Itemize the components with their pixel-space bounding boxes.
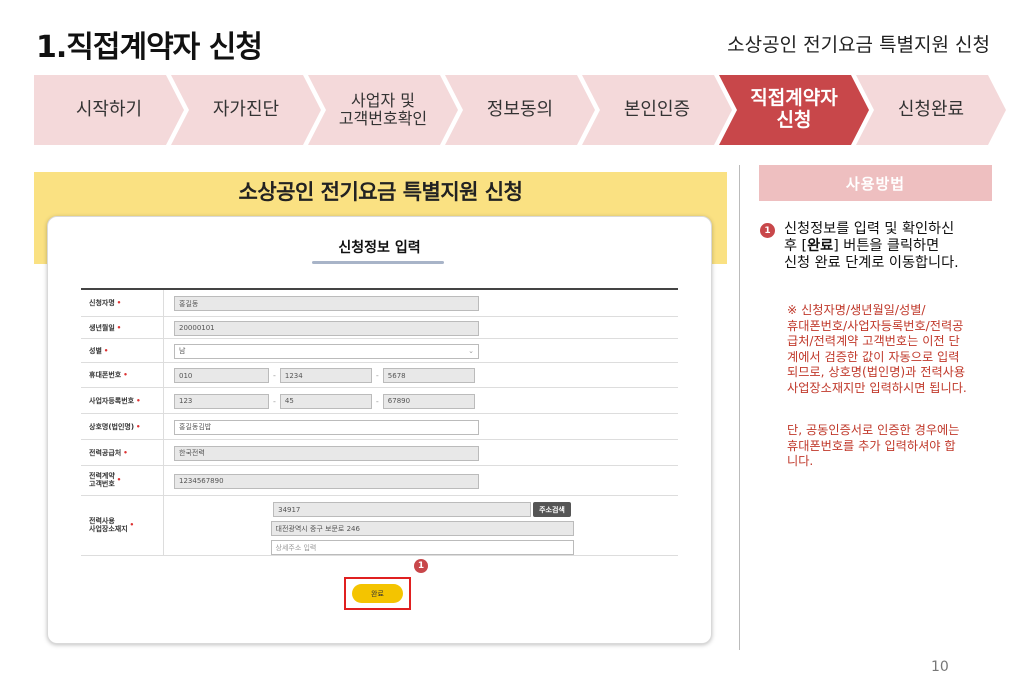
step-label: 직접계약자 신청	[750, 87, 838, 131]
required-mark: •	[123, 371, 128, 379]
step-business-check: 사업자 및 고객번호확인	[308, 75, 458, 145]
company-label: 상호명(법인명) •	[81, 414, 164, 439]
step-label: 본인인증	[623, 98, 691, 120]
phone-field-3[interactable]: 5678	[382, 368, 475, 383]
usage-instruction: 신청정보를 입력 및 확인하신 후 [완료] 버튼을 클릭하면 신청 완료 단계로 …	[784, 221, 959, 272]
row-custno: 전력계약 고객번호 • 1234567890	[81, 466, 678, 496]
custno-field[interactable]: 1234567890	[174, 473, 479, 489]
zip-field[interactable]: 34917	[273, 502, 532, 517]
form-card: 신청정보 입력 신청자명 • 홍길동 생년월일 • 20000101 성별 • 남 ⌄ …	[47, 216, 712, 644]
address-field[interactable]: 대전광역시 중구 보문로 246	[270, 521, 574, 536]
gender-select[interactable]: 남 ⌄	[174, 343, 479, 359]
step-label: 정보동의	[486, 98, 554, 120]
form-screenshot: 소상공인 전기요금 특별지원 신청 신청정보 입력 신청자명 • 홍길동 생년월일…	[34, 172, 727, 650]
row-company: 상호명(법인명) • 홍길동김밥	[81, 414, 678, 440]
required-mark: •	[116, 299, 122, 307]
required-mark: •	[103, 346, 109, 355]
dash: -	[375, 371, 379, 380]
bizno-field-1[interactable]: 123	[174, 393, 269, 409]
row-supplier: 전력공급처 • 한국전력	[81, 440, 678, 466]
birth-field[interactable]: 20000101	[174, 320, 479, 336]
address-label: 전력사용 사업장소재지 •	[81, 496, 164, 555]
supplier-label: 전력공급처 •	[81, 440, 164, 465]
divider	[739, 165, 740, 650]
dash: -	[273, 371, 276, 380]
screenshot-header: 소상공인 전기요금 특별지원 신청	[238, 180, 523, 204]
step-direct-contract: 직접계약자 신청	[719, 75, 869, 145]
usage-note-1: ※ 신청자명/생년월일/성별/ 휴대폰번호/사업자등록번호/전력공 급처/전력계…	[787, 303, 967, 396]
gender-label: 성별 •	[81, 339, 164, 362]
bizno-label: 사업자등록번호 •	[81, 388, 164, 413]
step-bar: 시작하기 자가진단 사업자 및 고객번호확인 정보동의 본인인증 직접계약자 신…	[34, 75, 1006, 145]
address-detail-field[interactable]: 상세주소 입력	[270, 540, 574, 555]
usage-header: 사용방법	[759, 165, 992, 201]
row-name: 신청자명 • 홍길동	[81, 290, 678, 317]
row-address: 전력사용 사업장소재지 • 34917 주소검색 대전광역시 중구 보문로 246 …	[81, 496, 678, 556]
required-mark: •	[136, 422, 141, 431]
required-mark: •	[136, 396, 141, 405]
phone-field-1[interactable]: 010	[174, 368, 269, 383]
card-title: 신청정보 입력	[338, 240, 421, 256]
usage-note-2: 단, 공동인증서로 인증한 경우에는 휴대폰번호를 추가 입력하셔야 합 니다.	[787, 423, 960, 469]
done-button[interactable]: 완료	[352, 584, 403, 603]
birth-label: 생년월일 •	[81, 317, 164, 338]
company-field[interactable]: 홍길동김밥	[174, 419, 479, 435]
page-number: 10	[931, 659, 949, 675]
bizno-field-3[interactable]: 67890	[382, 393, 475, 409]
dash: -	[375, 396, 379, 406]
page-title: 1.직접계약자 신청	[36, 30, 263, 65]
step-identity: 본인인증	[582, 75, 732, 145]
step-label: 자가진단	[212, 98, 280, 120]
application-form: 신청자명 • 홍길동 생년월일 • 20000101 성별 • 남 ⌄ 휴대폰번호 • 0…	[81, 288, 678, 556]
dash: -	[273, 396, 276, 406]
phone-field-2[interactable]: 1234	[279, 368, 372, 383]
supplier-field[interactable]: 한국전력	[174, 445, 479, 461]
title-underline	[312, 261, 444, 264]
required-mark: •	[123, 448, 128, 457]
row-phone: 휴대폰번호 • 010 - 1234 - 5678	[81, 363, 678, 388]
address-search-button[interactable]: 주소검색	[533, 502, 571, 517]
row-gender: 성별 • 남 ⌄	[81, 339, 678, 363]
row-bizno: 사업자등록번호 • 123 - 45 - 67890	[81, 388, 678, 414]
row-birth: 생년월일 • 20000101	[81, 317, 678, 339]
name-field[interactable]: 홍길동	[174, 296, 479, 311]
step-number-badge: 1	[414, 559, 428, 573]
bizno-field-2[interactable]: 45	[279, 393, 372, 409]
step-label: 사업자 및 고객번호확인	[338, 90, 428, 128]
step-self-check: 자가진단	[171, 75, 321, 145]
required-mark: •	[116, 323, 122, 332]
step-label: 신청완료	[897, 98, 965, 120]
required-mark: •	[129, 520, 135, 529]
name-label: 신청자명 •	[81, 290, 164, 316]
step-complete: 신청완료	[856, 75, 1006, 145]
step-consent: 정보동의	[445, 75, 595, 145]
required-mark: •	[116, 475, 122, 484]
done-highlight: 완료	[344, 577, 411, 610]
chevron-down-icon: ⌄	[468, 347, 474, 355]
step-start: 시작하기	[34, 75, 184, 145]
phone-label: 휴대폰번호 •	[81, 363, 164, 387]
custno-label: 전력계약 고객번호 •	[81, 466, 164, 495]
usage-number-badge: 1	[760, 223, 775, 238]
step-label: 시작하기	[75, 98, 143, 120]
page-subtitle: 소상공인 전기요금 특별지원 신청	[727, 34, 990, 56]
